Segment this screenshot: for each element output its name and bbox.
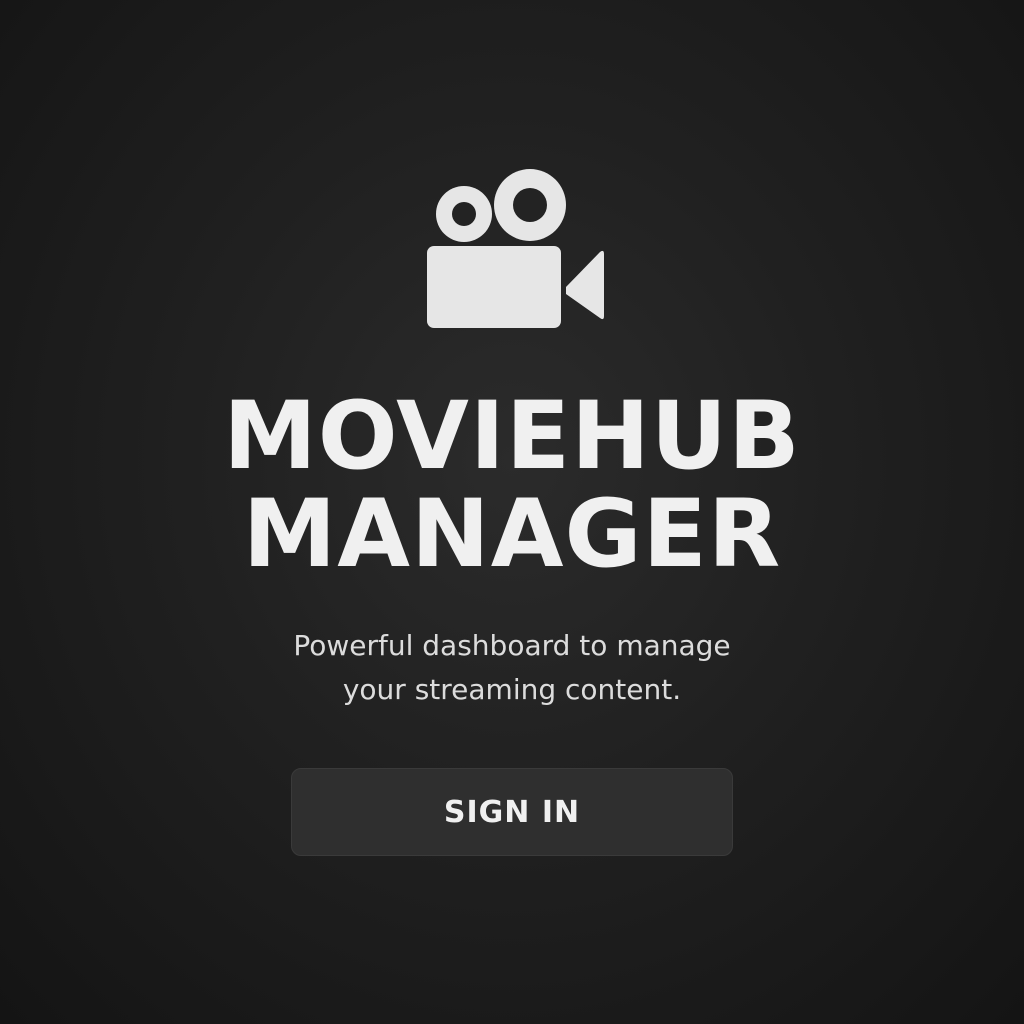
app-title-line-1: MOVIEHUB	[223, 382, 801, 491]
app-tagline: Powerful dashboard to manage your stream…	[0, 624, 1024, 712]
welcome-screen: MOVIEHUB MANAGER Powerful dashboard to m…	[0, 0, 1024, 1024]
app-title-line-2: MANAGER	[242, 480, 782, 589]
app-title: MOVIEHUB MANAGER	[0, 388, 1024, 584]
app-tagline-line-1: Powerful dashboard to manage	[293, 629, 731, 662]
sign-in-button[interactable]: SIGN IN	[291, 768, 733, 856]
movie-camera-icon	[420, 168, 610, 333]
app-tagline-line-2: your streaming content.	[342, 673, 682, 706]
